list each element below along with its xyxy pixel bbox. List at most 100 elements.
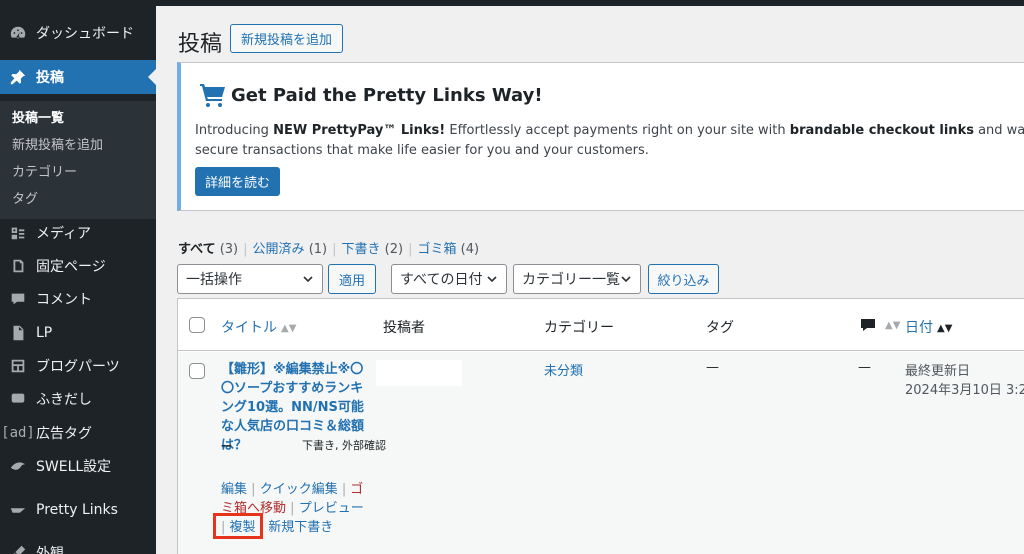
sidebar-item-swell-settings[interactable]: SWELL設定 — [0, 449, 156, 483]
sort-icon: ▲▼ — [885, 319, 901, 331]
column-date-label: 日付 — [905, 320, 933, 336]
sidebar-item-ad-tags[interactable]: [ad] 広告タグ — [0, 416, 156, 450]
duplicate-highlight-box — [213, 513, 263, 539]
sidebar-item-appearance[interactable]: 外観 — [0, 536, 156, 554]
dashboard-icon — [8, 23, 28, 43]
date-value: 2024年3月10日 3:21 — [905, 383, 1024, 398]
submenu-item-add-new[interactable]: 新規投稿を追加 — [12, 134, 103, 153]
swell-icon — [8, 456, 28, 476]
notice-text: Introducing NEW PrettyPay™ Links! Effort… — [195, 121, 1024, 161]
date-status: 最終更新日 — [905, 364, 971, 379]
cart-icon — [199, 81, 227, 109]
view-count: (4) — [460, 242, 480, 257]
admin-sidebar: ダッシュボード 投稿 投稿一覧 新規投稿を追加 カテゴリー タグ メディア 固定… — [0, 6, 156, 554]
author-redacted — [376, 360, 462, 386]
new-draft-link[interactable]: 新規下書き — [268, 520, 333, 535]
column-title[interactable]: タイトル ▲▼ — [221, 317, 296, 337]
chevron-down-icon — [486, 273, 498, 285]
sidebar-item-label: 固定ページ — [36, 259, 106, 275]
view-count: (2) — [384, 242, 404, 257]
notice-text-bold: NEW PrettyPay™ Links! — [273, 123, 446, 138]
page-icon — [8, 256, 28, 276]
notice-read-more-button[interactable]: 詳細を読む — [195, 167, 281, 196]
post-state-text: 下書き, 外部確認 — [302, 439, 386, 452]
view-published[interactable]: 公開済み — [253, 242, 305, 257]
submenu-item-categories[interactable]: カテゴリー — [12, 161, 77, 180]
post-status-views: すべて (3) | 公開済み (1) | 下書き (2) | ゴミ箱 (4) — [178, 238, 479, 257]
apply-button[interactable]: 適用 — [328, 264, 376, 294]
sidebar-item-dashboard[interactable]: ダッシュボード — [0, 16, 156, 50]
view-count: (3) — [219, 242, 239, 257]
sort-desc-icon: ▲▼ — [937, 322, 953, 334]
column-title-label: タイトル — [221, 320, 277, 336]
submenu-item-tags[interactable]: タグ — [12, 188, 38, 207]
sidebar-item-label: SWELL設定 — [36, 459, 112, 475]
notice-title: Get Paid the Pretty Links Way! — [231, 85, 543, 106]
view-separator: | — [332, 242, 337, 257]
tags-value: — — [706, 360, 719, 375]
notice-text-part: Effortlessly accept payments right on yo… — [445, 123, 790, 138]
notice-text-part: and watch your income so — [978, 123, 1024, 138]
category-filter-value: カテゴリー一覧 — [522, 272, 620, 288]
table-row: 【雛形】※編集禁止※〇〇ソープおすすめランキング10選。NN/NS可能な人気店の… — [178, 352, 1024, 554]
pin-icon — [8, 67, 28, 87]
sidebar-item-label: コメント — [36, 292, 92, 308]
row-checkbox[interactable] — [189, 363, 205, 379]
sidebar-item-label: ふきだし — [36, 392, 92, 408]
sidebar-item-comments[interactable]: コメント — [0, 282, 156, 316]
notice-text-bold: brandable checkout links — [789, 123, 974, 138]
column-date[interactable]: 日付 ▲▼ — [905, 317, 952, 337]
parts-icon — [8, 356, 28, 376]
column-categories: カテゴリー — [544, 320, 614, 336]
bulk-action-value: 一括操作 — [186, 272, 242, 288]
appearance-icon — [8, 543, 28, 554]
sidebar-item-label: 投稿 — [36, 70, 64, 86]
post-state-prefix: — — [221, 439, 232, 452]
posts-table: タイトル ▲▼ 投稿者 カテゴリー タグ ▲▼ 日付 ▲▼ 【雛形】※編集禁止※〇〇… — [177, 298, 1024, 554]
sidebar-item-label: LP — [36, 325, 53, 341]
media-icon — [8, 223, 28, 243]
action-separator: | — [290, 501, 295, 516]
sidebar-item-balloon[interactable]: ふきだし — [0, 382, 156, 416]
bulk-action-select[interactable]: 一括操作 — [177, 264, 323, 294]
sidebar-item-label: Pretty Links — [36, 502, 118, 518]
sidebar-item-blog-parts[interactable]: ブログパーツ — [0, 349, 156, 383]
view-draft[interactable]: 下書き — [342, 242, 381, 257]
pretty-links-notice: Get Paid the Pretty Links Way! Introduci… — [177, 62, 1024, 211]
pretty-links-icon — [8, 500, 28, 520]
sidebar-item-pages[interactable]: 固定ページ — [0, 249, 156, 283]
sidebar-item-label: 広告タグ — [36, 426, 92, 442]
sidebar-item-label: メディア — [36, 226, 92, 242]
column-tags: タグ — [706, 320, 734, 336]
page-title: 投稿 — [178, 32, 223, 57]
notice-text-part: Introducing — [195, 123, 274, 138]
sort-icon: ▲▼ — [281, 322, 297, 334]
view-all[interactable]: すべて — [178, 242, 216, 257]
add-new-post-button[interactable]: 新規投稿を追加 — [230, 24, 344, 53]
view-count: (1) — [308, 242, 328, 257]
preview-link[interactable]: プレビュー — [299, 501, 364, 516]
date-filter-value: すべての日付 — [400, 272, 483, 288]
sidebar-item-media[interactable]: メディア — [0, 216, 156, 250]
comments-value: — — [858, 360, 871, 375]
view-trash[interactable]: ゴミ箱 — [417, 242, 456, 257]
sidebar-item-lp[interactable]: LP — [0, 316, 156, 350]
view-separator: | — [243, 242, 248, 257]
column-author: 投稿者 — [383, 320, 425, 336]
category-link[interactable]: 未分類 — [544, 360, 583, 379]
sidebar-item-pretty-links[interactable]: Pretty Links — [0, 493, 156, 527]
comment-bubble-icon — [860, 317, 876, 333]
comments-sort-icon[interactable]: ▲▼ — [881, 317, 900, 333]
filter-button[interactable]: 絞り込み — [648, 264, 719, 294]
sidebar-item-label: ブログパーツ — [36, 359, 120, 375]
submenu-item-all-posts[interactable]: 投稿一覧 — [12, 107, 64, 126]
active-menu-arrow — [148, 69, 156, 85]
chevron-down-icon — [302, 273, 314, 285]
select-all-checkbox[interactable] — [189, 317, 205, 333]
sidebar-item-label: ダッシュボード — [36, 26, 134, 42]
sidebar-item-posts[interactable]: 投稿 — [0, 60, 156, 94]
posts-submenu: 投稿一覧 新規投稿を追加 カテゴリー タグ — [0, 101, 156, 219]
ad-icon: [ad] — [1, 425, 35, 441]
date-filter-select[interactable]: すべての日付 — [391, 264, 507, 294]
category-filter-select[interactable]: カテゴリー一覧 — [513, 264, 641, 294]
